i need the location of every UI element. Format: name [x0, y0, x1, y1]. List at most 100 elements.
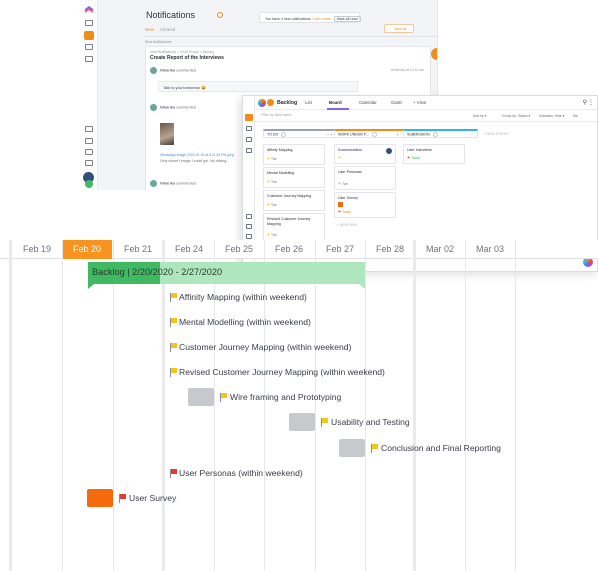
column-count [432, 132, 438, 137]
attachment-link[interactable]: WhatsApp Image 2020-02-18 at 8.21.54 PM.… [160, 153, 234, 157]
new-status-button[interactable]: + NEW STATUS [484, 132, 509, 136]
sort-dropdown[interactable]: Sort by ▾ [473, 114, 486, 118]
dashboard-icon[interactable] [85, 44, 93, 50]
task-label[interactable]: Usability and Testing [331, 417, 410, 427]
column-header[interactable]: WORK UNDER P... + ··· [334, 129, 409, 138]
task-card[interactable]: Revised Customer Journey Mapping ⚑ Tue [263, 213, 325, 241]
priority-flag-icon[interactable] [170, 293, 178, 302]
tab-cleared[interactable]: Cleared [160, 27, 175, 32]
task-card[interactable]: Affinity Mapping ⚑ Tue [263, 144, 325, 165]
comment-author: Niharika [160, 105, 175, 110]
task-card[interactable]: Mental Modelling ⚑ Tue [263, 167, 325, 188]
priority-flag-icon[interactable] [321, 418, 329, 427]
column-header[interactable]: TO DO ··· + [263, 129, 338, 138]
column-header[interactable]: SUBMISSION ··· [403, 129, 478, 138]
goals-icon[interactable] [85, 56, 93, 62]
task-label[interactable]: Mental Modelling (within weekend) [179, 317, 311, 327]
new-task-button[interactable]: + NEW TASK [337, 223, 357, 227]
priority-flag-icon[interactable] [119, 494, 127, 503]
priority-flag-icon[interactable] [170, 469, 178, 478]
task-label[interactable]: Wire framing and Prototyping [230, 392, 341, 402]
home-icon[interactable] [246, 126, 252, 131]
priority-flag-icon[interactable]: ⚑ [267, 180, 270, 184]
column-count [281, 132, 287, 137]
docs-icon[interactable] [246, 214, 252, 219]
task-label[interactable]: Affinity Mapping (within weekend) [179, 292, 307, 302]
user-avatar[interactable] [85, 180, 93, 188]
filter-input[interactable]: Filter by task name... [261, 113, 294, 117]
priority-flag-icon[interactable]: ⚑ [338, 210, 341, 214]
view-tab-list[interactable]: List [305, 100, 312, 105]
priority-flag-icon[interactable] [170, 318, 178, 327]
comment-verb: commented [176, 68, 196, 73]
more-icon[interactable]: ··· + [326, 132, 333, 137]
task-title[interactable]: Create Report of the Interviews [150, 55, 224, 61]
task-card[interactable]: User Survey ⚑ Today [334, 192, 396, 218]
list-title[interactable]: Backlog [277, 100, 297, 106]
task-card[interactable]: Documentation ⚑ [334, 144, 396, 164]
due-date: Today [410, 156, 420, 160]
task-label[interactable]: Revised Customer Journey Mapping (within… [179, 367, 385, 377]
space-icon[interactable] [267, 99, 274, 106]
group-by-dropdown[interactable]: Group by: Status ▾ [502, 114, 530, 118]
breadcrumb[interactable]: Inbox/Notifications > UX/UI Project > Ba… [150, 50, 214, 54]
settings-icon[interactable] [217, 12, 223, 18]
comment-author: Niharika [160, 68, 175, 73]
app-logo-icon[interactable] [258, 99, 266, 107]
help-icon[interactable] [246, 234, 252, 239]
tab-new[interactable]: New [145, 27, 154, 32]
add-view-button[interactable]: + View [413, 100, 426, 105]
task-label[interactable]: User Personas (within weekend) [179, 468, 303, 478]
learn-more-link[interactable]: Learn more [312, 17, 330, 21]
task-card[interactable]: Customer Journey Mapping ⚑ Tue [263, 190, 325, 211]
comment-header: Niharika commented [150, 67, 196, 74]
priority-flag-icon[interactable]: ⚑ [267, 203, 270, 207]
group-bar-start-marker [88, 284, 94, 289]
app-logo-icon[interactable] [84, 4, 94, 14]
me-filter[interactable]: Me [573, 114, 578, 118]
view-tab-board[interactable]: Board [329, 100, 342, 105]
priority-flag-icon[interactable] [170, 368, 178, 377]
more-icon[interactable]: ⋮ [588, 99, 594, 106]
pulse-icon[interactable] [85, 138, 93, 144]
fab-button[interactable] [431, 48, 437, 60]
subtasks-dropdown[interactable]: Subtasks: Hide ▾ [539, 114, 564, 118]
task-label[interactable]: User Survey [129, 493, 176, 503]
calendar-icon[interactable] [85, 149, 93, 155]
task-card[interactable]: User Personas ⚑ Tue [334, 166, 396, 190]
home-icon[interactable] [85, 20, 93, 26]
inbox-icon[interactable] [245, 114, 253, 121]
goals-icon[interactable] [246, 148, 252, 153]
priority-flag-icon[interactable] [220, 393, 228, 402]
task-bar[interactable] [188, 388, 214, 406]
priority-flag-icon[interactable]: ⚑ [338, 156, 341, 160]
task-bar[interactable] [339, 439, 365, 457]
priority-flag-icon[interactable]: ⚑ [338, 182, 341, 186]
priority-flag-icon[interactable]: ⚑ [267, 157, 270, 161]
priority-flag-icon[interactable] [170, 343, 178, 352]
dashboard-icon[interactable] [246, 137, 252, 142]
task-label[interactable]: Conclusion and Final Reporting [381, 443, 501, 453]
grid-line [365, 240, 366, 571]
help-icon[interactable] [85, 160, 93, 166]
assignee-avatar[interactable] [386, 148, 392, 154]
task-bar[interactable] [87, 489, 113, 507]
task-card[interactable]: User Interviews ⚑ Today [403, 144, 465, 164]
priority-flag-icon[interactable]: ⚑ [407, 156, 410, 160]
docs-icon[interactable] [85, 126, 93, 132]
image-thumbnail[interactable] [160, 123, 174, 145]
mark-read-button[interactable]: Mark all read [333, 16, 361, 22]
priority-flag-icon[interactable] [371, 444, 379, 453]
more-icon[interactable]: ··· [469, 132, 473, 137]
pulse-icon[interactable] [246, 224, 252, 229]
view-tab-calendar[interactable]: Calendar [359, 100, 377, 105]
priority-flag-icon[interactable]: ⚑ [267, 233, 270, 237]
task-label[interactable]: Customer Journey Mapping (within weekend… [179, 342, 351, 352]
due-date: Today [341, 210, 351, 214]
view-tab-gantt[interactable]: Gantt [391, 100, 402, 105]
task-bar[interactable] [289, 413, 315, 431]
column-name: SUBMISSION [407, 132, 430, 137]
view-all-button[interactable]: View all [384, 24, 414, 33]
search-icon[interactable]: ⚲ [583, 99, 587, 106]
notifications-icon[interactable] [84, 31, 94, 40]
